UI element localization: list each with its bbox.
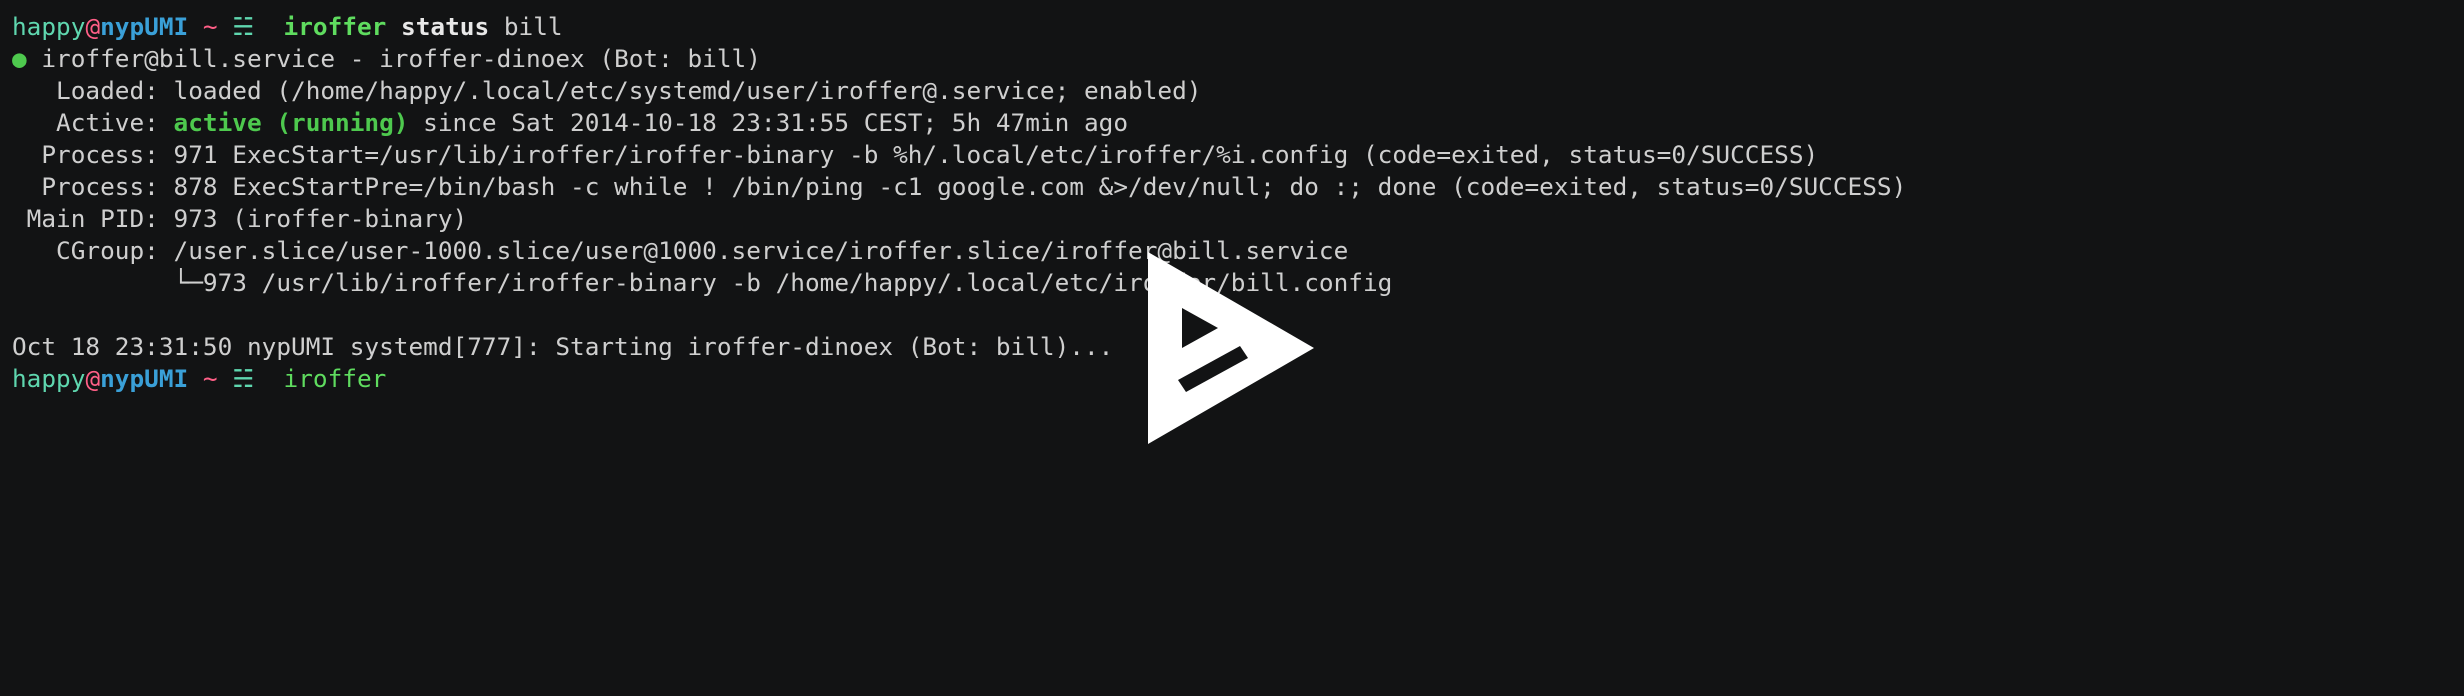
- prompt-trigram-icon: ☵: [232, 12, 255, 41]
- prompt-cwd: ~: [188, 12, 233, 41]
- status-process1-line: Process: 971 ExecStart=/usr/lib/iroffer/…: [12, 140, 1819, 169]
- prompt-user: happy: [12, 12, 86, 41]
- typed-command[interactable]: iroffer: [284, 364, 387, 393]
- status-dot-icon: ●: [12, 44, 27, 73]
- status-active-line: Active: active (running) since Sat 2014-…: [12, 107, 2464, 139]
- prompt-trigram-icon: ☵: [232, 364, 255, 393]
- prompt-host: nypUMI: [100, 12, 189, 41]
- status-unit-text: iroffer@bill.service - iroffer-dinoex (B…: [26, 44, 761, 73]
- command-subcommand: status: [401, 12, 490, 41]
- command-program: iroffer: [283, 12, 387, 41]
- status-mainpid-line: Main PID: 973 (iroffer-binary): [12, 204, 468, 233]
- prompt-at: @: [85, 364, 101, 393]
- status-unit-line: ● iroffer@bill.service - iroffer-dinoex …: [12, 43, 2464, 75]
- command-argument: bill: [503, 12, 563, 41]
- status-loaded-line: Loaded: loaded (/home/happy/.local/etc/s…: [12, 76, 1202, 105]
- status-active-since: since Sat 2014-10-18 23:31:55 CEST; 5h 4…: [408, 108, 1129, 137]
- prompt-cwd: ~: [188, 364, 233, 393]
- asciinema-play-icon[interactable]: [1146, 252, 1316, 448]
- prompt-user: happy: [12, 364, 86, 393]
- status-active-label: Active:: [12, 108, 174, 137]
- prompt-line-1: happy@nypUMI ~ ☵ iroffer status bill: [12, 11, 2464, 43]
- prompt-at: @: [85, 12, 101, 41]
- status-process2-line: Process: 878 ExecStartPre=/bin/bash -c w…: [12, 172, 1907, 201]
- status-active-state: active (running): [173, 108, 409, 137]
- prompt-host: nypUMI: [100, 364, 189, 393]
